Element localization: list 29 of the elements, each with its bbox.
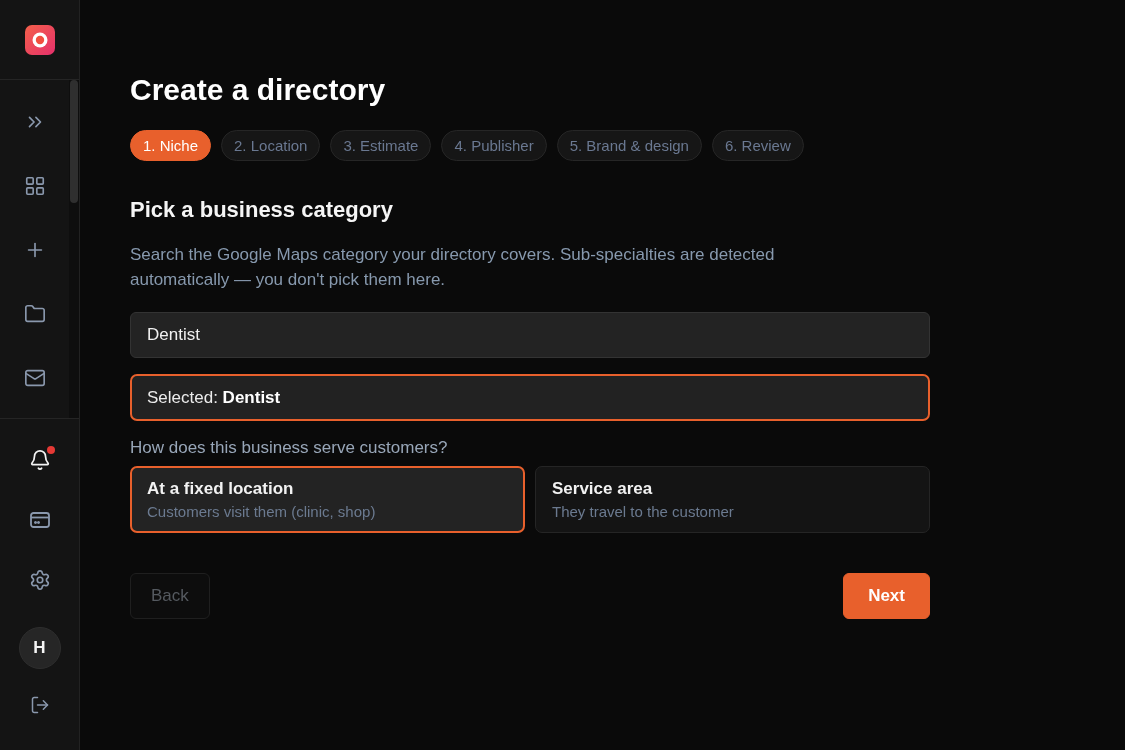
section-title: Pick a business category bbox=[130, 196, 394, 224]
step-tab[interactable]: 4. Publisher bbox=[441, 130, 547, 161]
step-tab[interactable]: 1. Niche bbox=[130, 130, 212, 161]
step-tab[interactable]: 5. Brand & design bbox=[556, 130, 702, 161]
section-description: Search the Google Maps category your directory covers. Sub-specialties are detected automatically — you don't pick them here. bbox=[130, 244, 776, 291]
step-tab[interactable]: 3. Estimate bbox=[330, 130, 432, 161]
avatar[interactable]: H bbox=[18, 627, 61, 669]
mail-icon bbox=[23, 367, 46, 389]
grid-icon bbox=[23, 175, 46, 197]
category-search-field[interactable]: Dentist bbox=[130, 312, 930, 358]
page-title: Create a directory bbox=[130, 72, 387, 108]
step-tab[interactable]: 6. Review bbox=[711, 130, 804, 161]
logout-icon bbox=[29, 695, 50, 715]
next-button[interactable]: Next bbox=[843, 573, 930, 619]
service-question: How does this business serve customers? bbox=[130, 437, 449, 459]
app-logo-icon[interactable] bbox=[24, 24, 55, 55]
folder-icon bbox=[23, 303, 46, 325]
service-option-card[interactable]: At a fixed location Customers visit them (clinic, shop) bbox=[130, 466, 525, 533]
scrollbar[interactable] bbox=[69, 80, 79, 418]
settings-icon bbox=[28, 569, 51, 591]
option-subtitle: Customers visit them (clinic, shop) bbox=[147, 502, 377, 521]
option-title: At a fixed location bbox=[147, 478, 295, 499]
option-subtitle: They travel to the customer bbox=[552, 502, 735, 521]
bell-icon bbox=[28, 449, 51, 471]
card-icon bbox=[29, 512, 50, 528]
option-title: Service area bbox=[552, 478, 654, 499]
service-option-card[interactable]: Service area They travel to the customer bbox=[535, 466, 930, 533]
selected-category: Selected: Dentist bbox=[130, 374, 930, 421]
step-tab[interactable]: 2. Location bbox=[221, 130, 321, 161]
